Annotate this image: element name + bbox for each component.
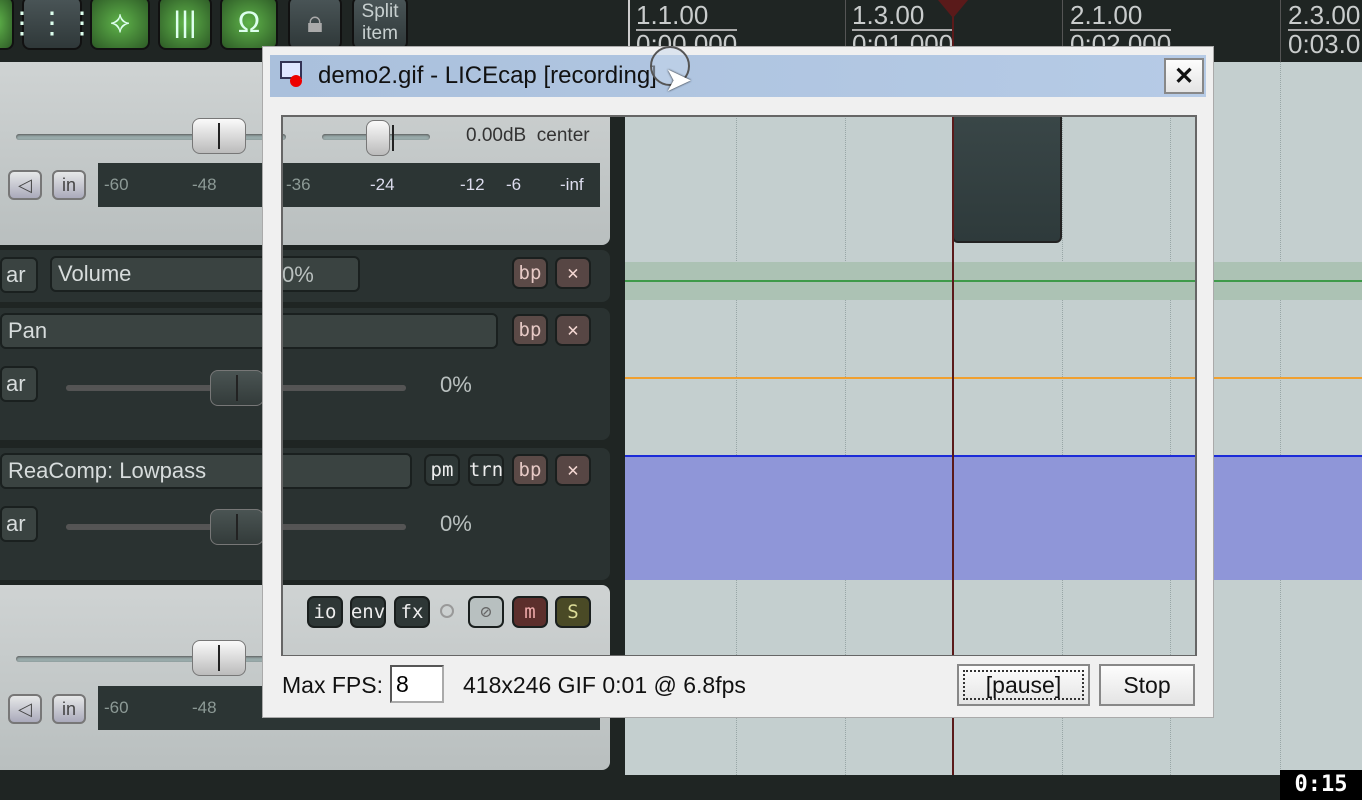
- pan-envelope-knob[interactable]: [210, 370, 264, 406]
- meter-label: -48: [192, 175, 217, 194]
- lock-icon: 🔒︎: [307, 6, 323, 39]
- fx-envelope-knob[interactable]: [210, 509, 264, 545]
- stop-button[interactable]: Stop: [1099, 664, 1195, 706]
- snap-button[interactable]: Ω: [220, 0, 278, 50]
- track2-input-button[interactable]: in: [52, 694, 86, 724]
- ruler-mark: 2.3.00 0:03.0: [1288, 0, 1361, 59]
- bottom-bar: [0, 775, 1362, 800]
- dialog-frame-right: [1196, 116, 1214, 656]
- ruler-tick: [1280, 0, 1281, 62]
- meter-label: -60: [104, 175, 129, 194]
- grid-line: [1280, 62, 1281, 775]
- track1-input-button[interactable]: in: [52, 170, 86, 200]
- snap-magnet-icon: Ω: [237, 6, 261, 39]
- capture-region[interactable]: [281, 115, 1197, 657]
- grid-lines-icon: |||: [173, 6, 197, 39]
- recording-status: 418x246 GIF 0:01 @ 6.8fps: [463, 672, 746, 698]
- dialog-frame-left: [262, 116, 282, 656]
- max-fps-input[interactable]: [390, 665, 444, 703]
- speaker-icon: ◁: [18, 698, 32, 719]
- pan-arm-button[interactable]: ar: [0, 366, 38, 402]
- pause-button[interactable]: [pause]: [957, 664, 1090, 706]
- ripple-edit-button[interactable]: ⟡: [90, 0, 150, 50]
- track2-volume-knob[interactable]: [192, 640, 246, 676]
- track2-mute-icon-button[interactable]: ◁: [8, 694, 42, 724]
- dialog-title: demo2.gif - LICEcap [recording]: [318, 62, 657, 89]
- licecap-app-icon: [280, 61, 304, 87]
- ripple-edit-icon: ⟡: [110, 6, 130, 39]
- grid-button[interactable]: ⋮⋮⋮: [7, 0, 97, 50]
- split-item-button[interactable]: Split item: [352, 0, 408, 50]
- dialog-close-button[interactable]: ✕: [1164, 58, 1204, 94]
- fx-arm-button[interactable]: ar: [0, 506, 38, 542]
- max-fps-label: Max FPS:: [282, 672, 383, 698]
- mouse-cursor-icon: ➤︎: [664, 61, 693, 99]
- speaker-icon: ◁: [18, 174, 32, 195]
- recording-timer: 0:15: [1280, 770, 1362, 800]
- meter-label: -48: [192, 698, 217, 717]
- track1-mute-button[interactable]: ◁: [8, 170, 42, 200]
- playhead-marker-icon[interactable]: [938, 0, 968, 18]
- track1-volume-knob[interactable]: [192, 118, 246, 154]
- grid-icon: ⋮⋮⋮: [7, 6, 97, 40]
- volume-arm-button[interactable]: ar: [0, 257, 38, 293]
- grid-lines-button[interactable]: |||: [158, 0, 212, 50]
- lock-button[interactable]: 🔒︎: [288, 0, 342, 50]
- meter-label: -60: [104, 698, 129, 717]
